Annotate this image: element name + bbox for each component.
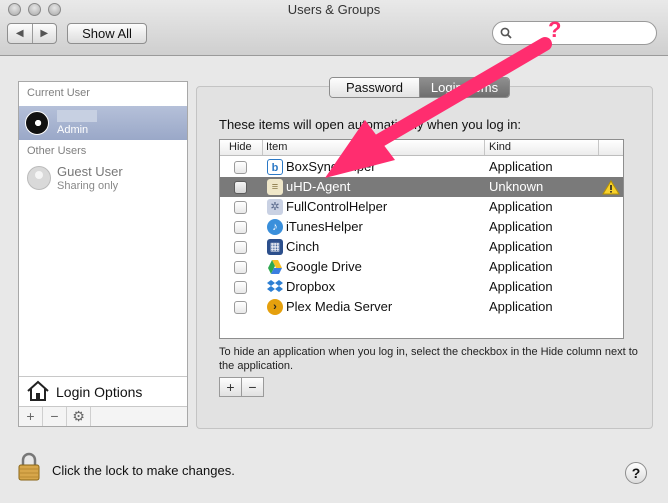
drive-triangle-icon (268, 260, 282, 274)
sidebar-item-login-options[interactable]: Login Options (19, 376, 187, 406)
gear-icon: ⚙ (72, 408, 85, 424)
current-user-header: Current User (27, 87, 90, 99)
item-kind: Application (489, 199, 553, 214)
music-note-icon: ♪ (267, 219, 283, 235)
item-name: Plex Media Server (286, 299, 393, 314)
document-icon: ≡ (267, 179, 283, 195)
guest-user-status: Sharing only (57, 180, 119, 192)
box-icon: b (267, 159, 283, 175)
login-items-add-remove: + − (219, 377, 264, 397)
window-toolbar: Users & Groups ◀ ▶ Show All (0, 0, 668, 56)
lock-status-text: Click the lock to make changes. (52, 463, 235, 478)
column-item-header[interactable]: Item (266, 141, 287, 153)
plex-icon: › (267, 299, 283, 315)
hide-checkbox[interactable] (234, 241, 247, 254)
item-name: Cinch (286, 239, 320, 254)
table-row[interactable]: ≡ uHD-Agent Unknown (220, 177, 623, 197)
search-icon (500, 27, 512, 39)
remove-user-button[interactable]: − (43, 407, 67, 426)
table-row[interactable]: Dropbox Application (220, 277, 623, 297)
forward-button[interactable]: ▶ (31, 24, 57, 43)
table-row[interactable]: Google Drive Application (220, 257, 623, 277)
remove-login-item-button[interactable]: − (241, 378, 263, 396)
login-items-intro: These items will open automatically when… (219, 117, 522, 132)
back-button[interactable]: ◀ (8, 24, 32, 43)
hide-checkbox[interactable] (234, 281, 247, 294)
hide-checkbox[interactable] (234, 201, 247, 214)
guest-avatar (27, 166, 51, 190)
tab-login-items[interactable]: Login Items (420, 78, 509, 97)
item-name: BoxSyncHelper (286, 159, 376, 174)
table-row[interactable]: ▦ Cinch Application (220, 237, 623, 257)
table-row[interactable]: › Plex Media Server Application (220, 297, 623, 317)
users-sidebar: Current User Admin Other Users Guest Use… (18, 81, 188, 427)
item-kind: Application (489, 219, 553, 234)
table-row[interactable]: b BoxSyncHelper Application (220, 157, 623, 177)
item-name: Google Drive (286, 259, 362, 274)
item-name: iTunesHelper (286, 219, 363, 234)
sidebar-item-current-user[interactable]: Admin (19, 106, 187, 140)
hide-hint-text: To hide an application when you log in, … (219, 346, 638, 372)
column-hide-header[interactable]: Hide (229, 141, 252, 153)
back-forward-control: ◀ ▶ (7, 23, 57, 44)
tab-password[interactable]: Password (330, 78, 420, 97)
table-header: Hide Item Kind (220, 140, 623, 156)
hide-checkbox[interactable] (234, 301, 247, 314)
hide-checkbox[interactable] (234, 221, 247, 234)
help-button[interactable]: ? (625, 462, 647, 484)
item-kind: Application (489, 239, 553, 254)
sidebar-item-guest-user[interactable]: Guest User Sharing only (19, 162, 187, 196)
column-kind-header[interactable]: Kind (489, 141, 511, 153)
item-name: uHD-Agent (286, 179, 351, 194)
item-kind: Unknown (489, 179, 544, 194)
gear-cluster-icon: ✲ (267, 199, 283, 215)
login-options-label: Login Options (56, 384, 143, 400)
window-grid-icon: ▦ (267, 239, 283, 255)
add-login-item-button[interactable]: + (220, 378, 241, 396)
item-kind: Application (489, 299, 553, 314)
hide-checkbox[interactable] (234, 181, 247, 194)
add-user-button[interactable]: + (19, 407, 43, 426)
hide-checkbox[interactable] (234, 161, 247, 174)
sidebar-toolbar: + − ⚙ (19, 406, 187, 426)
guest-user-name: Guest User (57, 164, 123, 179)
search-field[interactable] (492, 21, 657, 45)
gear-menu-button[interactable]: ⚙ (67, 407, 91, 426)
show-all-button[interactable]: Show All (67, 23, 147, 44)
user-role-label: Admin (57, 124, 89, 136)
dropbox-icon (267, 280, 283, 292)
table-row[interactable]: ♪ iTunesHelper Application (220, 217, 623, 237)
login-items-table: Hide Item Kind b BoxSyncHelper Applicati… (219, 139, 624, 339)
other-users-header: Other Users (27, 145, 87, 157)
item-name: Dropbox (286, 279, 336, 294)
annotation-question-mark: ? (548, 17, 562, 42)
window-title: Users & Groups (287, 2, 381, 17)
avatar (25, 111, 49, 135)
item-name: FullControlHelper (286, 199, 388, 214)
warning-icon (602, 180, 620, 195)
house-icon (27, 380, 49, 401)
table-row[interactable]: ✲ FullControlHelper Application (220, 197, 623, 217)
lock-icon[interactable] (17, 452, 41, 482)
item-kind: Application (489, 159, 553, 174)
item-kind: Application (489, 259, 553, 274)
tab-bar: Password Login Items (329, 77, 510, 98)
blurred-username (57, 110, 97, 122)
hide-checkbox[interactable] (234, 261, 247, 274)
item-kind: Application (489, 279, 553, 294)
